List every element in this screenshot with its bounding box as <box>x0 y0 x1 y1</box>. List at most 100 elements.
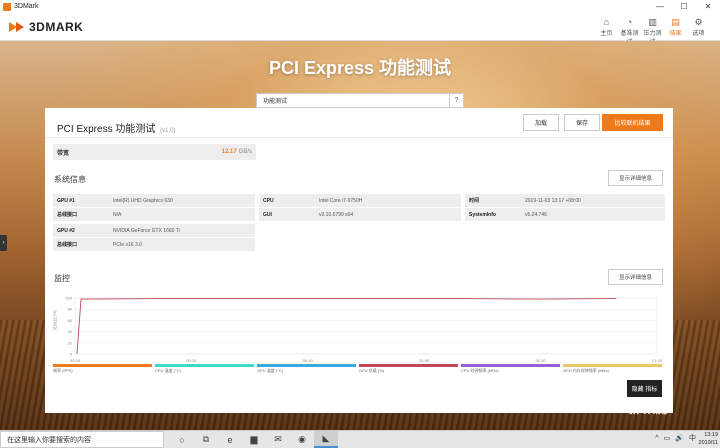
volume-icon[interactable]: 🔊 <box>675 434 684 442</box>
taskbar-icons: ○ ⧉ e ▆ ✉ ◉ ◣ <box>170 431 338 448</box>
nav-label: 主页 <box>600 31 613 37</box>
chart-legend: 帧率 (FPS) CPU 温度 (°C) GPU 温度 (°C) GPU 负载 (%)… <box>53 364 665 374</box>
info-key: SystemInfo <box>469 211 496 218</box>
gauge-icon: ◔ <box>626 17 633 27</box>
info-row: 时间 2019-11-03 13:17 +08:00 <box>465 194 665 207</box>
plot-area <box>74 297 658 355</box>
y-tick-label: 20 <box>68 340 73 345</box>
info-value: v2.10.6799 s64 <box>319 211 354 218</box>
y-tick-label: 60 <box>68 318 73 323</box>
mail-icon[interactable]: ✉ <box>266 431 290 448</box>
logo-mark-icon <box>9 21 27 33</box>
divider <box>45 137 673 138</box>
watermark: 新 众测 <box>628 402 668 416</box>
info-row: GPU #1 Intel(R) UHD Graphics 630 <box>53 194 255 207</box>
info-value: N/A <box>113 211 122 218</box>
legend-color-bar <box>155 364 254 367</box>
show-details-button[interactable]: 显示详细信息 <box>608 170 663 186</box>
save-button[interactable]: 保存 <box>564 114 600 131</box>
app-header: 3DMARK ⌂ 主页 ◔ 基准测试 ▥ 压力测试 ▤ 结果 ⚙ 选项 <box>0 13 720 46</box>
monitor-details-button[interactable]: 显示详细信息 <box>608 269 663 285</box>
home-icon: ⌂ <box>603 17 610 27</box>
series-line <box>76 298 617 355</box>
battery-icon[interactable]: ▭ <box>664 434 671 442</box>
help-icon[interactable]: ? <box>449 94 463 107</box>
legend-item[interactable]: GPU 负载 (%) <box>359 364 458 374</box>
cortana-icon[interactable]: ○ <box>170 431 194 448</box>
legend-label: CPU 温度 (°C) <box>155 368 181 373</box>
taskbar: 在这里输入你要搜索的内容 ○ ⧉ e ▆ ✉ ◉ ◣ ^ ▭ 🔊 中 13:19 2019/… <box>0 430 720 448</box>
legend-color-bar <box>359 364 458 367</box>
compare-online-button[interactable]: 比较联机结果 <box>602 114 663 131</box>
x-tick-label: 00:20 <box>186 358 197 363</box>
legend-label: GPU 温度 (°C) <box>257 368 284 373</box>
x-tick-label: 01:20 <box>536 358 547 363</box>
explorer-icon[interactable]: ▆ <box>242 431 266 448</box>
clock-date: 2019/11 <box>698 440 718 446</box>
panel-title-text: PCI Express 功能测试 <box>57 124 156 135</box>
info-key: GPU #2 <box>57 227 75 234</box>
nav-label: 结果 <box>669 31 682 37</box>
chrome-icon[interactable]: ◉ <box>290 431 314 448</box>
maximize-button[interactable]: ☐ <box>672 2 696 11</box>
legend-color-bar <box>461 364 560 367</box>
x-tick-label: 00:40 <box>303 358 314 363</box>
info-key: GUI <box>263 211 272 218</box>
info-key: GPU #1 <box>57 197 75 204</box>
score-row: 带宽 12.17 GB/s <box>53 144 256 160</box>
hide-metrics-button[interactable]: 隐藏 指标 <box>627 380 662 397</box>
legend-item[interactable]: CPU 温度 (°C) <box>155 364 254 374</box>
info-value: 2019-11-03 13:17 +08:00 <box>525 197 581 204</box>
info-value: Intel Core i7-9750H <box>319 197 363 204</box>
legend-color-bar <box>257 364 356 367</box>
nav-label: 选项 <box>692 31 705 37</box>
info-row: GUI v2.10.6799 s64 <box>259 208 461 221</box>
legend-item[interactable]: CPU 时钟频率 (MHz) <box>461 364 560 374</box>
monitor-chart-svg: 100 80 60 40 20 000:00 00:20 00:40 01:00 01:20 01:… <box>65 296 662 364</box>
info-row: 总线接口 PCIe x16 3.0 <box>53 238 255 251</box>
info-value: PCIe x16 3.0 <box>113 241 142 248</box>
y-tick-label: 100 <box>65 296 72 301</box>
edge-icon[interactable]: e <box>218 431 242 448</box>
logo-text: 3DMARK <box>29 20 84 34</box>
3dmark-taskbar-icon[interactable]: ◣ <box>314 431 338 448</box>
info-key: 时间 <box>469 198 480 204</box>
ime-indicator[interactable]: 中 <box>689 433 696 443</box>
close-button[interactable]: ✕ <box>696 2 720 11</box>
y-tick-label: 0 <box>70 352 73 357</box>
stress-icon: ▥ <box>648 17 657 27</box>
results-icon: ▤ <box>671 17 680 27</box>
legend-item[interactable]: GPU 温度 (°C) <box>257 364 356 374</box>
legend-item[interactable]: GPU 内存时钟频率 (MHz) <box>563 364 662 374</box>
logo: 3DMARK <box>9 20 83 34</box>
info-key: 总线接口 <box>57 242 78 248</box>
load-button[interactable]: 加载 <box>523 114 559 131</box>
score-unit: GB/s <box>238 149 252 155</box>
test-selector[interactable]: 功能测试 ? <box>256 93 464 108</box>
clock-time: 13:19 <box>704 432 718 438</box>
info-row: SystemInfo v5.24.746 <box>465 208 665 221</box>
gear-icon: ⚙ <box>694 17 703 27</box>
x-tick-label: 01:00 <box>419 358 430 363</box>
window-titlebar: 3DMark — ☐ ✕ <box>0 0 720 13</box>
tray-chevron-icon[interactable]: ^ <box>655 435 658 442</box>
banner-title: PCI Express 功能测试 <box>268 58 452 78</box>
x-tick-label: 00:00 <box>70 358 81 363</box>
legend-item[interactable]: 帧率 (FPS) <box>53 364 152 374</box>
monitor-chart: 100 80 60 40 20 0 00:00 00:20 00:40 01:00 01:20 01:… <box>52 292 665 368</box>
taskbar-search[interactable]: 在这里输入你要搜索的内容 <box>0 431 164 448</box>
legend-label: 帧率 (FPS) <box>53 368 73 373</box>
y-tick-label: 80 <box>68 307 73 312</box>
taskbar-clock[interactable]: 13:19 2019/11 <box>699 431 718 447</box>
info-value: Intel(R) UHD Graphics 630 <box>113 197 173 204</box>
y-tick-label: 40 <box>68 329 73 334</box>
legend-label: GPU 内存时钟频率 (MHz) <box>563 368 609 373</box>
results-panel: PCI Express 功能测试 (v1.0) 加载 保存 比较联机结果 带宽 … <box>45 108 673 413</box>
test-selector-value: 功能测试 <box>263 99 288 105</box>
panel-title: PCI Express 功能测试 (v1.0) <box>57 120 175 135</box>
task-view-icon[interactable]: ⧉ <box>194 431 218 448</box>
side-panel-toggle[interactable]: › <box>0 235 7 251</box>
score-value: 12.17 <box>221 149 237 155</box>
system-info-title: 系统信息 <box>54 175 86 184</box>
minimize-button[interactable]: — <box>648 2 672 11</box>
